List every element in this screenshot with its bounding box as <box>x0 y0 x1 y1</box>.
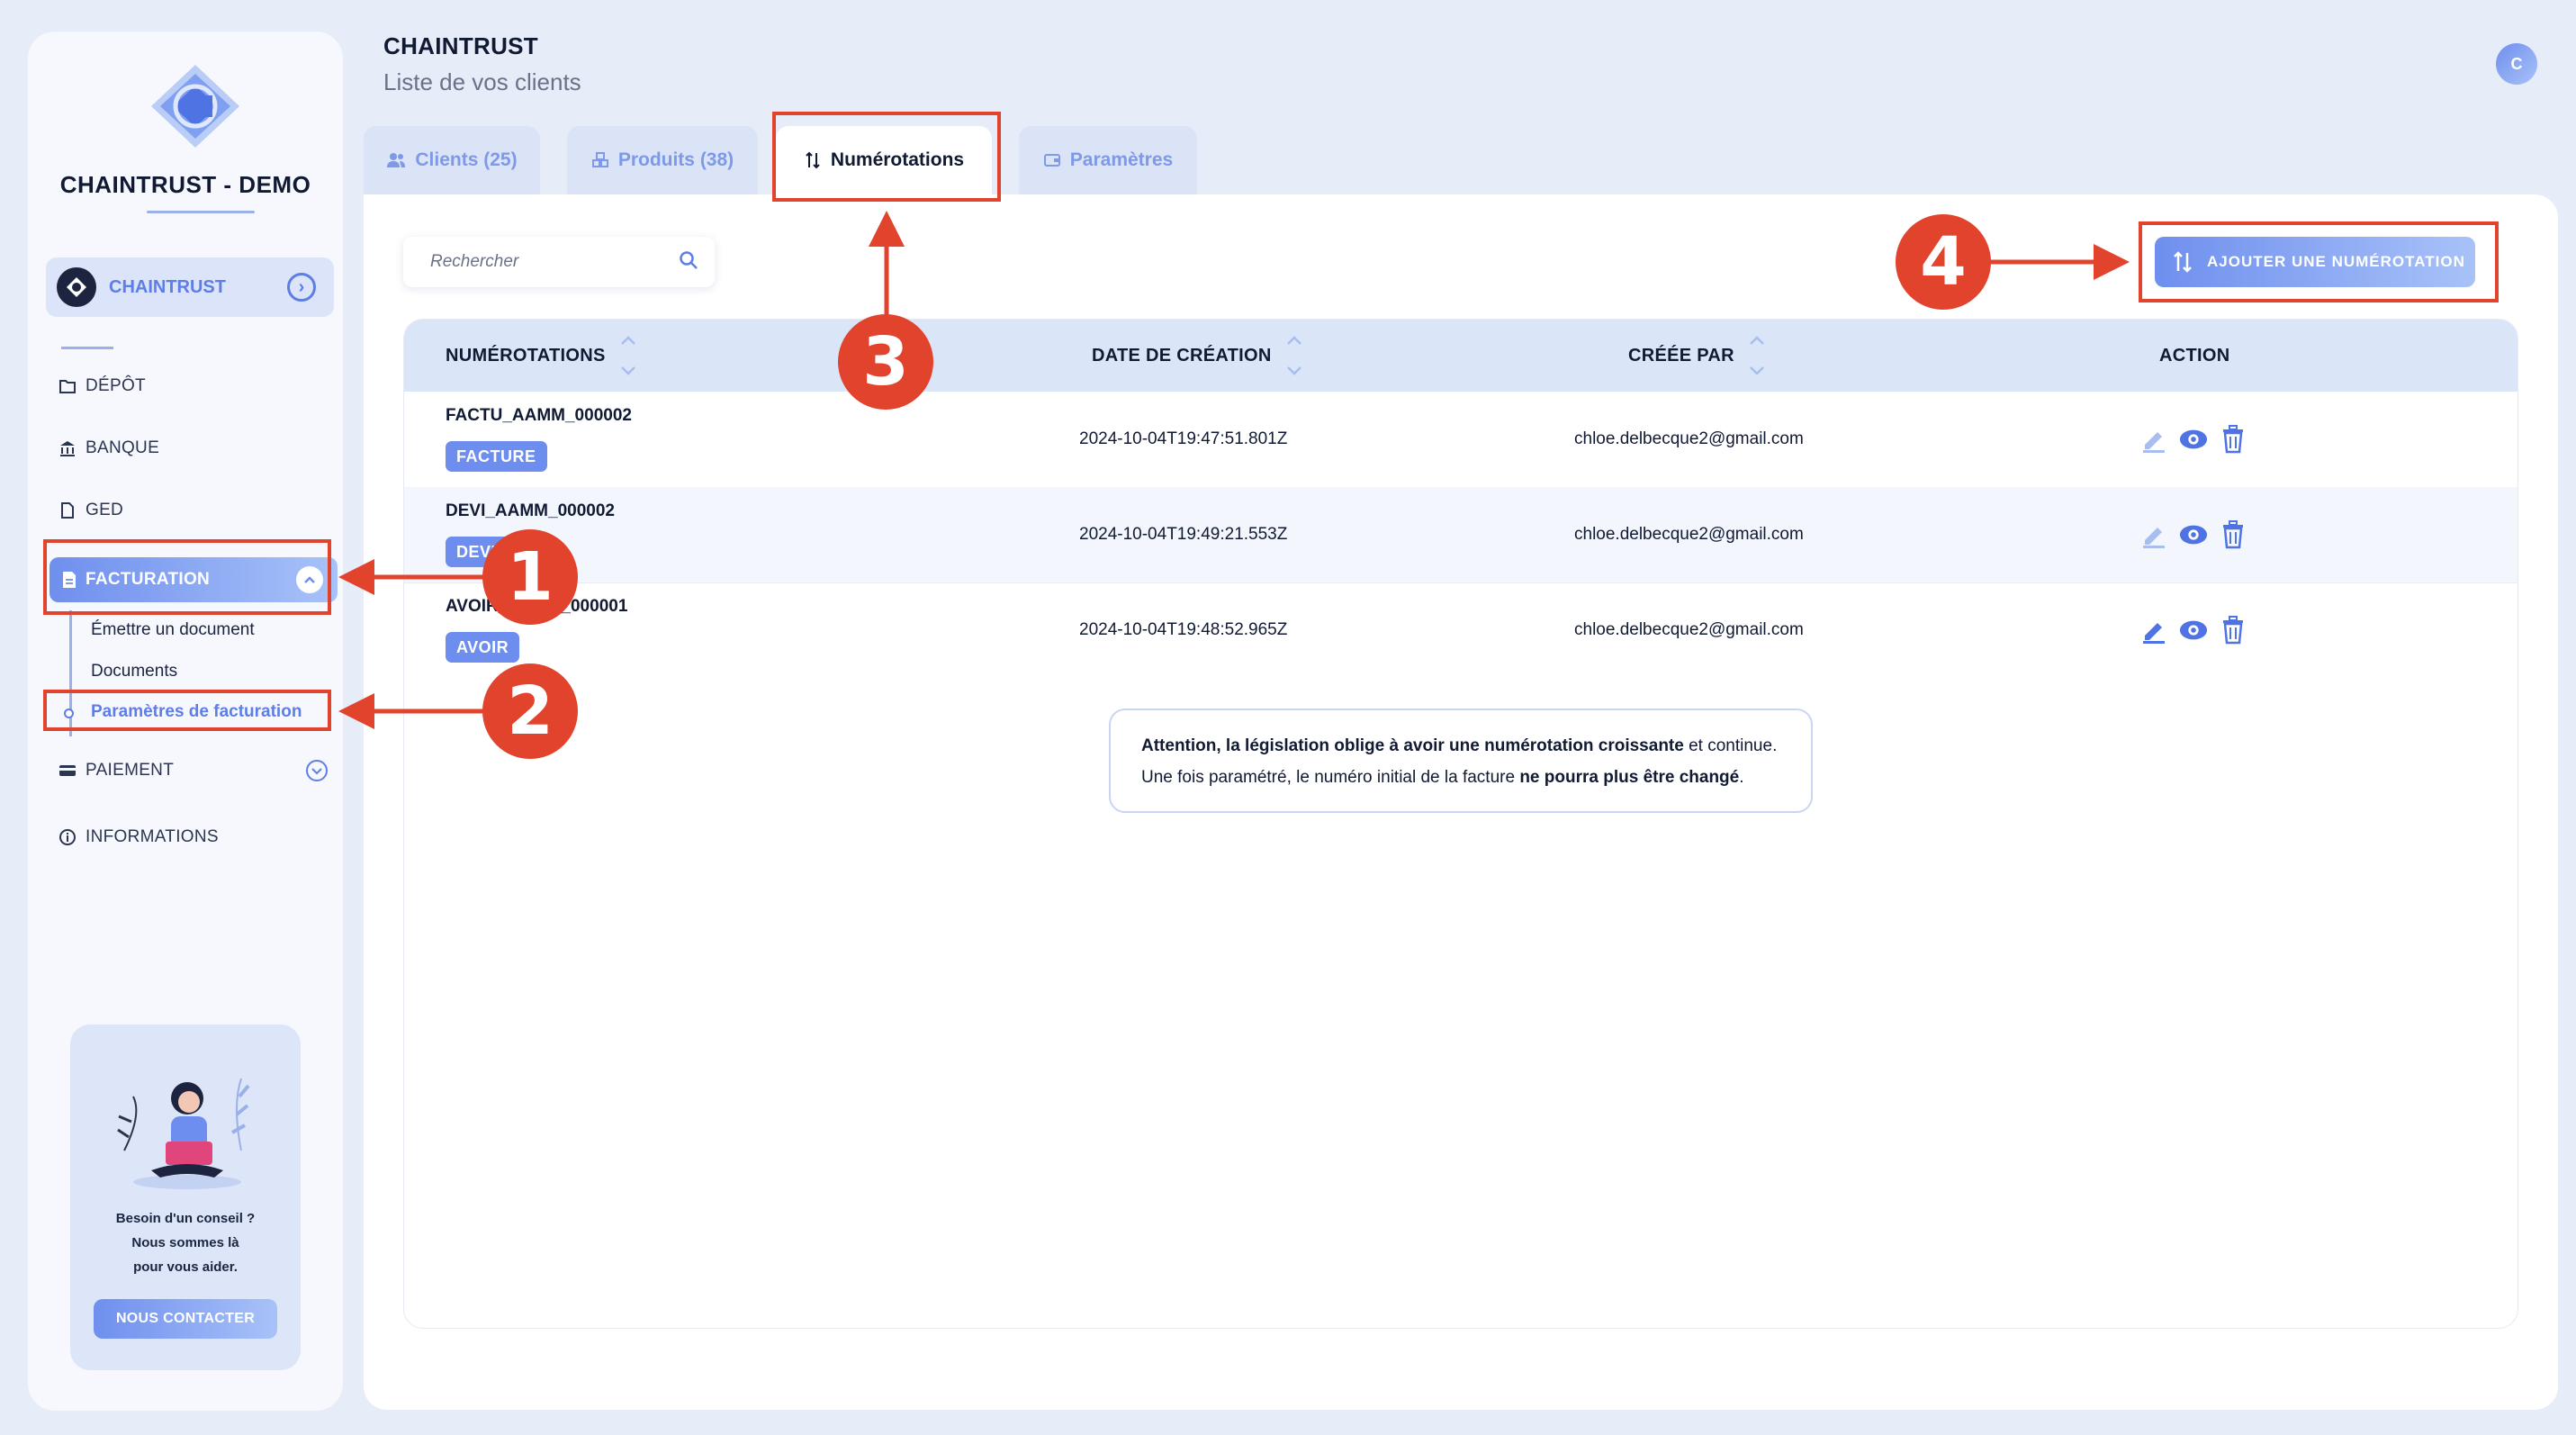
callout-2: 2 <box>482 663 578 759</box>
callout-3: 3 <box>838 314 933 410</box>
callout-4: 4 <box>1896 214 1991 310</box>
callout-1: 1 <box>482 529 578 625</box>
annotation-arrows <box>338 211 2130 729</box>
